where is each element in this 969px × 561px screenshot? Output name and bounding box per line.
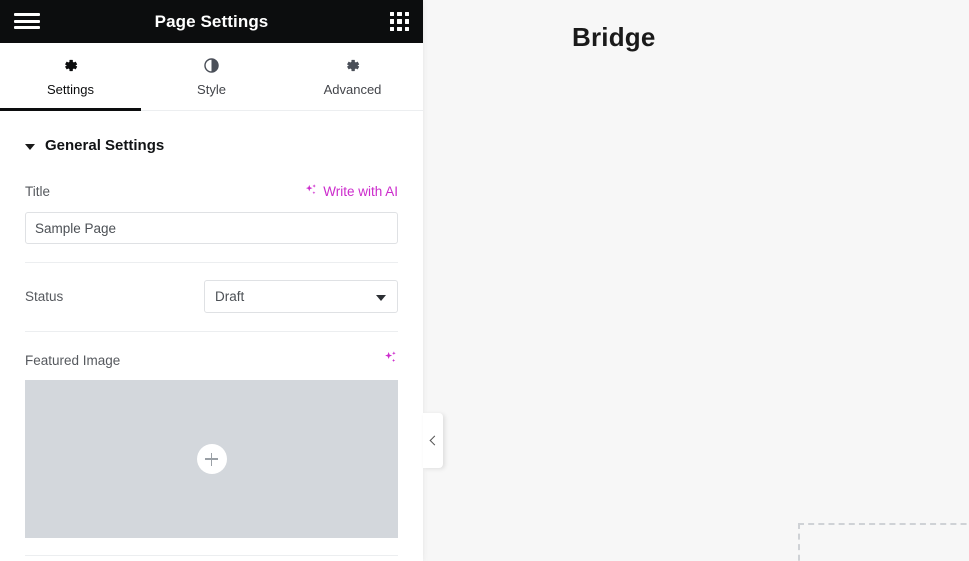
status-select-value: Draft	[215, 289, 245, 304]
general-settings-section-header[interactable]: General Settings	[0, 111, 423, 154]
gear-icon	[344, 57, 361, 75]
status-label: Status	[25, 289, 64, 304]
settings-tabs: Settings Style Advanced	[0, 43, 423, 111]
tab-advanced-label: Advanced	[323, 81, 382, 97]
tab-advanced[interactable]: Advanced	[282, 43, 423, 110]
featured-image-field-header: Featured Image	[0, 332, 423, 370]
status-field-group: Status Draft	[0, 263, 423, 313]
app-root: Bridge Page Settings Settings Style Adva…	[0, 0, 969, 561]
plus-icon[interactable]	[196, 444, 227, 474]
settings-panel: Page Settings Settings Style Advanced Ge…	[0, 0, 423, 561]
general-settings-title: General Settings	[45, 137, 165, 154]
title-input[interactable]	[25, 212, 398, 244]
page-preview-canvas[interactable]: Bridge	[423, 0, 969, 561]
chevron-down-icon	[376, 294, 386, 301]
gear-icon	[62, 57, 79, 75]
panel-topbar: Page Settings	[0, 0, 423, 43]
hamburger-menu-icon[interactable]	[14, 11, 40, 31]
write-with-ai-label: Write with AI	[323, 183, 398, 199]
sparkle-icon	[304, 183, 318, 200]
tab-style[interactable]: Style	[141, 43, 282, 110]
sparkle-icon[interactable]	[383, 350, 398, 370]
tab-style-label: Style	[197, 81, 226, 97]
tab-settings-label: Settings	[47, 81, 94, 97]
title-field-header: Title Write with AI	[25, 178, 398, 204]
preview-page-heading[interactable]: Bridge	[572, 22, 656, 53]
divider-after-featured-image	[25, 555, 398, 556]
featured-image-dropzone[interactable]	[25, 380, 398, 538]
featured-image-label: Featured Image	[25, 352, 121, 368]
page-title: Page Settings	[154, 11, 269, 31]
title-field-group: Title Write with AI	[0, 178, 423, 244]
contrast-icon	[203, 57, 220, 75]
settings-panel-body: General Settings Title Write with AI Sam…	[0, 111, 423, 556]
tab-settings[interactable]: Settings	[0, 43, 141, 111]
status-select[interactable]: Draft	[204, 280, 398, 313]
preview-dropzone[interactable]	[798, 523, 969, 561]
chevron-left-icon	[429, 435, 439, 446]
caret-down-icon	[25, 143, 35, 150]
apps-grid-icon[interactable]	[390, 12, 409, 31]
title-label: Title	[25, 183, 51, 199]
panel-collapse-toggle[interactable]	[423, 413, 443, 468]
write-with-ai-button[interactable]: Write with AI	[304, 183, 398, 200]
